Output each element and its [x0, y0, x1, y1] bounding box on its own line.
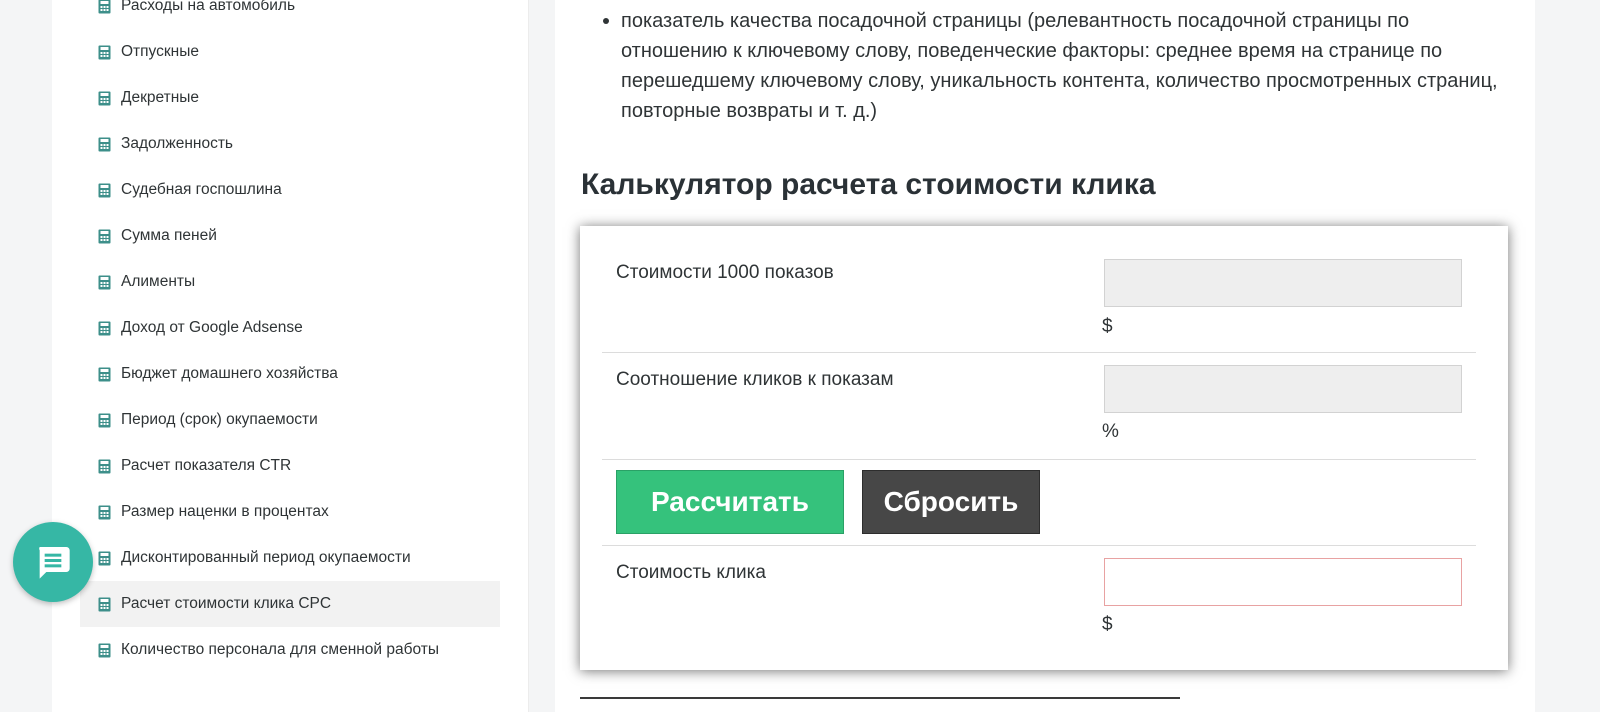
- ctr-unit: %: [1102, 421, 1119, 442]
- sidebar-item[interactable]: Алименты: [80, 259, 500, 305]
- calculator-icon: [98, 137, 111, 151]
- sidebar-item[interactable]: Расчет стоимости клика CPC: [80, 581, 500, 627]
- sidebar-item-label: Количество персонала для сменной работы: [121, 641, 440, 658]
- calculator-icon: [98, 321, 111, 335]
- bullet-list: показатель качества посадочной страницы …: [587, 6, 1521, 126]
- sidebar-item[interactable]: Количество персонала для сменной работы: [80, 627, 500, 673]
- ctr-row: Соотношение кликов к показам %: [602, 353, 1476, 459]
- calculator-icon: [98, 643, 111, 657]
- cpm-label: Стоимости 1000 показов: [616, 262, 834, 283]
- calculator-icon: [98, 0, 111, 13]
- page: Расходы на автомобиль Отпускные Декретные З…: [0, 0, 1600, 712]
- calculate-button[interactable]: Рассчитать: [616, 470, 844, 534]
- sidebar-item-label: Задолженность: [121, 135, 234, 152]
- cpm-row: Стоимости 1000 показов $: [602, 226, 1476, 352]
- calculator-icon: [98, 413, 111, 427]
- cpc-row: Стоимость клика $: [602, 546, 1476, 656]
- calculator-icon: [98, 551, 111, 565]
- sidebar-item[interactable]: Доход от Google Adsense: [80, 305, 500, 351]
- calculator-icon: [98, 459, 111, 473]
- calculator-icon: [98, 367, 111, 381]
- sidebar-item[interactable]: Размер наценки в процентах: [80, 489, 500, 535]
- chat-button[interactable]: [13, 522, 93, 602]
- sidebar: Расходы на автомобиль Отпускные Декретные З…: [52, 0, 529, 712]
- sidebar-item[interactable]: Отпускные: [80, 29, 500, 75]
- sidebar-item[interactable]: Расчет показателя CTR: [80, 443, 500, 489]
- section-title: Калькулятор расчета стоимости клика: [581, 168, 1156, 201]
- calculator-icon: [98, 597, 111, 611]
- bullet-item-landing-quality: показатель качества посадочной страницы …: [603, 6, 1521, 126]
- calculator-icon: [98, 183, 111, 197]
- sidebar-item[interactable]: Декретные: [80, 75, 500, 121]
- calculator-icon: [98, 505, 111, 519]
- sidebar-item[interactable]: Бюджет домашнего хозяйства: [80, 351, 500, 397]
- sidebar-item-label: Расчет показателя CTR: [121, 457, 292, 474]
- sidebar-item-label: Декретные: [121, 89, 200, 106]
- sidebar-item-label: Дисконтированный период окупаемости: [121, 549, 411, 566]
- sidebar-item-label: Бюджет домашнего хозяйства: [121, 365, 338, 382]
- actions-row: Рассчитать Сбросить: [602, 460, 1476, 544]
- main-content: показатель качества посадочной страницы …: [555, 0, 1535, 712]
- sidebar-item[interactable]: Задолженность: [80, 121, 500, 167]
- cpc-label: Стоимость клика: [616, 562, 766, 583]
- cpc-calculator: Стоимости 1000 показов $ Соотношение кли…: [580, 226, 1508, 670]
- sidebar-item[interactable]: Сумма пеней: [80, 213, 500, 259]
- cpm-input[interactable]: [1104, 259, 1462, 307]
- sidebar-item-label: Расчет стоимости клика CPC: [121, 595, 332, 612]
- sidebar-item[interactable]: Судебная госпошлина: [80, 167, 500, 213]
- sidebar-item-label: Период (срок) окупаемости: [121, 411, 318, 428]
- sidebar-item[interactable]: Расходы на автомобиль: [80, 0, 500, 29]
- sidebar-item-label: Сумма пеней: [121, 227, 217, 244]
- cpm-unit: $: [1102, 316, 1113, 337]
- sidebar-menu: Расходы на автомобиль Отпускные Декретные З…: [80, 0, 500, 673]
- reset-button[interactable]: Сбросить: [862, 470, 1040, 534]
- chat-icon: [39, 547, 70, 579]
- calculator-icon: [98, 45, 111, 59]
- cpc-output[interactable]: [1104, 558, 1462, 606]
- sidebar-item-label: Судебная госпошлина: [121, 181, 282, 198]
- sidebar-item-label: Отпускные: [121, 43, 199, 60]
- sidebar-item-label: Доход от Google Adsense: [121, 319, 303, 336]
- calculator-icon: [98, 91, 111, 105]
- sidebar-item[interactable]: Дисконтированный период окупаемости: [80, 535, 500, 581]
- sidebar-item-label: Расходы на автомобиль: [121, 0, 296, 14]
- cpc-unit: $: [1102, 614, 1113, 635]
- ctr-input[interactable]: [1104, 365, 1462, 413]
- calculator-icon: [98, 229, 111, 243]
- sidebar-item-label: Размер наценки в процентах: [121, 503, 329, 520]
- next-section-edge: [580, 697, 1180, 699]
- sidebar-item[interactable]: Период (срок) окупаемости: [80, 397, 500, 443]
- calculator-icon: [98, 275, 111, 289]
- ctr-label: Соотношение кликов к показам: [616, 369, 894, 390]
- sidebar-item-label: Алименты: [121, 273, 196, 290]
